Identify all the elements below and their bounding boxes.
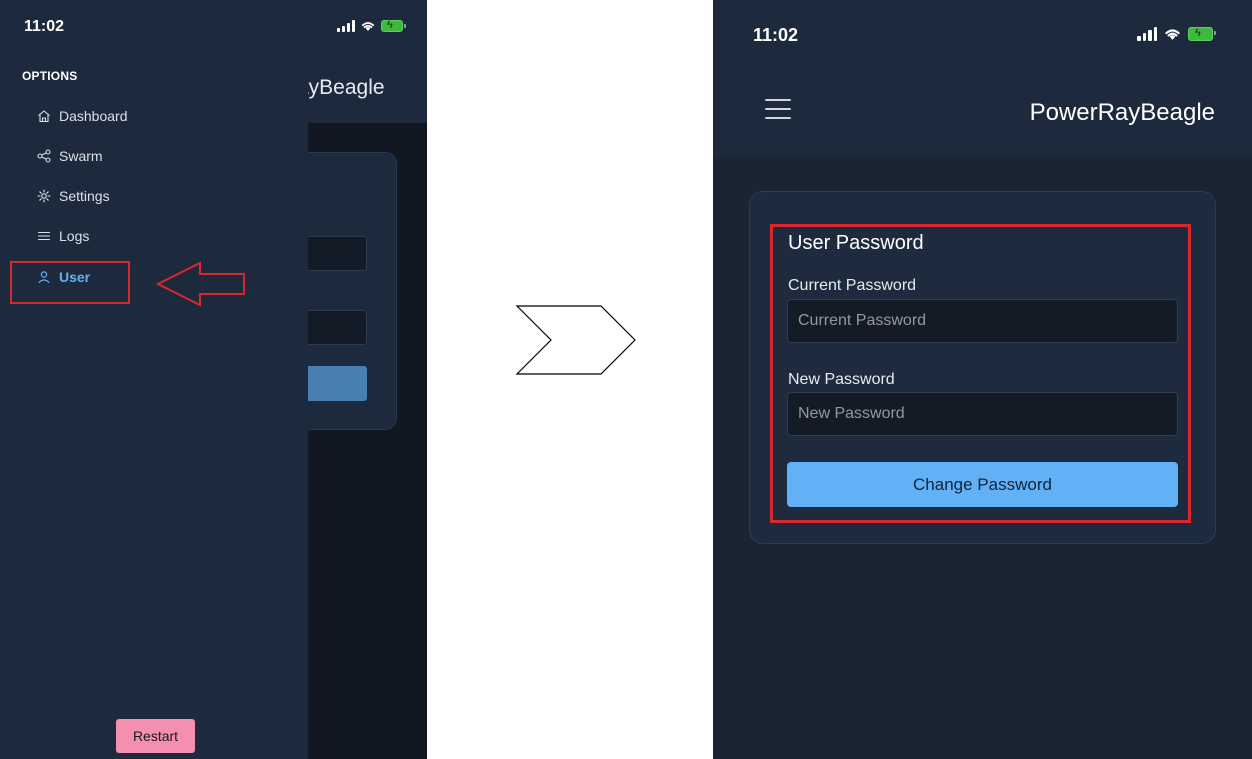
signal-icon [337,20,355,32]
share-nodes-icon [37,149,51,163]
left-phone-screen: 11:02 ϟ ayBeagle OPTIONS Dashboard Swarm… [0,0,427,759]
home-icon [37,109,51,123]
nav-item-swarm[interactable]: Swarm [37,148,103,164]
status-icons: ϟ [337,19,406,32]
nav-item-dashboard[interactable]: Dashboard [37,108,128,124]
nav-label: Swarm [59,148,103,164]
app-title: ayBeagle [297,76,385,99]
nav-label: Logs [59,228,90,244]
nav-label: Settings [59,188,110,204]
annotation-highlight-box [10,261,130,304]
nav-item-settings[interactable]: Settings [37,188,110,204]
status-time: 11:02 [24,18,65,35]
drawer-heading: OPTIONS [22,69,78,83]
navigation-drawer: OPTIONS Dashboard Swarm Settings Logs Us… [0,52,308,759]
annotation-arrow-icon [156,261,245,307]
nav-label: Dashboard [59,108,128,124]
screenshot-canvas: 11:02 ϟ ayBeagle OPTIONS Dashboard Swarm… [0,0,1252,759]
gear-icon [37,189,51,203]
battery-icon: ϟ [381,19,406,32]
password-form-layer: User Password Current Password New Passw… [713,0,1252,759]
annotation-highlight-box [770,224,1191,523]
wifi-icon [361,22,375,31]
list-icon [37,229,51,243]
nav-item-logs[interactable]: Logs [37,228,89,244]
status-bar: 11:02 ϟ [0,0,427,52]
restart-button[interactable]: Restart [116,719,195,753]
transition-chevron-icon [515,305,636,375]
